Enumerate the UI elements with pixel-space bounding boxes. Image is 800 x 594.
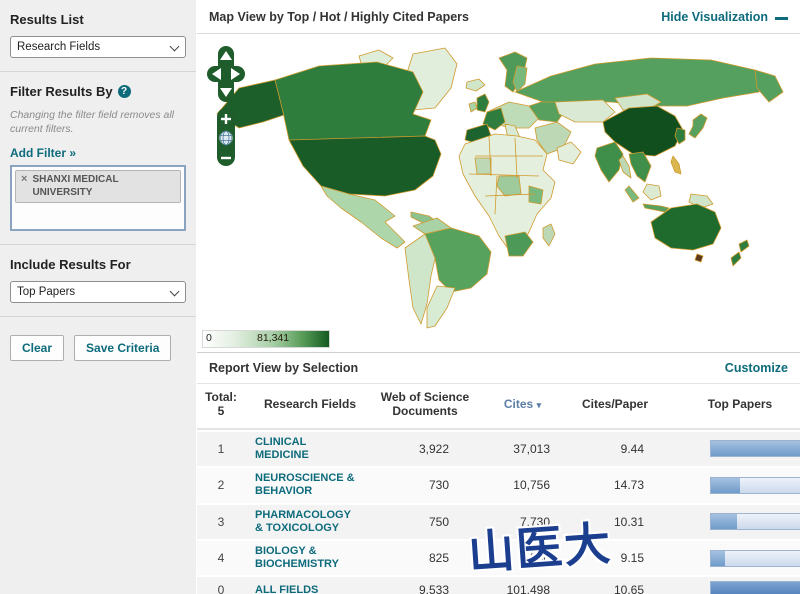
include-results-dropdown-value: Top Papers (17, 286, 76, 299)
rank-cell: 0 (217, 582, 225, 594)
cpp-cell: 14.73 (613, 478, 644, 493)
top-papers-bar-fill (711, 441, 800, 457)
active-filters-box: × SHANXI MEDICAL UNIVERSITY (10, 165, 186, 232)
column-header-cites[interactable]: Cites ▾ (475, 397, 570, 411)
minus-icon (775, 16, 788, 20)
rank-cell: 3 (217, 514, 225, 529)
top-papers-bar[interactable]: 25 (710, 440, 800, 458)
cites-cell: 37,013 (513, 441, 550, 456)
top-papers-cell: 3 (660, 549, 800, 567)
docs-cell: 825 (428, 551, 449, 566)
help-icon[interactable]: ? (117, 85, 131, 98)
sidebar-buttons: Clear Save Criteria (0, 317, 196, 379)
hide-visualization-link[interactable]: Hide Visualization (661, 10, 788, 24)
field-cell: CLINICAL MEDICINE (245, 436, 375, 462)
filter-sidebar: Results List Research Fields Filter Resu… (0, 0, 196, 594)
cites-cell: 7,730 (519, 514, 550, 529)
world-map[interactable] (199, 36, 789, 332)
top-papers-bar-fill (711, 477, 741, 493)
field-cell: NEUROSCIENCE & BEHAVIOR (245, 472, 375, 498)
cites-cell: 101,498 (506, 582, 550, 594)
top-papers-cell: 6 (660, 513, 800, 531)
results-list-dropdown-value: Research Fields (17, 41, 101, 53)
chevron-down-icon (169, 41, 180, 52)
filter-section: Filter Results By ? Changing the filter … (0, 72, 196, 246)
results-list-title: Results List (10, 12, 84, 27)
customize-link[interactable]: Customize (725, 361, 788, 375)
globe-icon (218, 130, 234, 146)
table-row: 1 CLINICAL MEDICINE 3,922 37,013 9.44 25 (197, 429, 800, 467)
top-papers-bar-fill (711, 582, 800, 594)
research-field-link[interactable]: BIOLOGY & BIOCHEMISTRY (255, 545, 359, 571)
column-header-wos-documents[interactable]: Web of Science Documents (375, 390, 475, 419)
top-papers-bar-fill (711, 550, 726, 566)
chevron-down-icon (169, 286, 180, 297)
add-filter-link[interactable]: Add Filter » (10, 146, 76, 160)
rank-cell: 2 (217, 478, 225, 493)
docs-cell: 730 (428, 478, 449, 493)
docs-cell: 750 (428, 514, 449, 529)
table-body: 1 CLINICAL MEDICINE 3,922 37,013 9.44 25… (197, 429, 800, 594)
rank-cell: 1 (217, 441, 225, 456)
include-results-dropdown[interactable]: Top Papers (10, 281, 186, 304)
top-papers-cell: 25 (660, 440, 800, 458)
top-papers-bar[interactable]: 7 (710, 476, 800, 494)
results-list-section: Results List Research Fields (0, 0, 196, 72)
top-papers-bar-fill (711, 514, 737, 530)
docs-cell: 9,533 (418, 582, 449, 594)
table-row: 0 ALL FIELDS 9,533 101,498 10.65 72 (197, 575, 800, 594)
table-row: 2 NEUROSCIENCE & BEHAVIOR 730 10,756 14.… (197, 466, 800, 503)
table-header-row: Total: 5 Research Fields Web of Science … (197, 384, 800, 430)
cites-cell: 7,550 (519, 551, 550, 566)
cpp-cell: 9.15 (620, 551, 644, 566)
top-papers-cell: 72 (660, 581, 800, 594)
research-field-link[interactable]: NEUROSCIENCE & BEHAVIOR (255, 472, 359, 498)
include-results-section: Include Results For Top Papers (0, 245, 196, 318)
top-papers-bar[interactable]: 6 (710, 513, 800, 531)
field-cell: BIOLOGY & BIOCHEMISTRY (245, 545, 375, 571)
cpp-cell: 10.31 (613, 514, 644, 529)
map-view-header: Map View by Top / Hot / Highly Cited Pap… (197, 0, 800, 34)
include-results-title: Include Results For (10, 257, 131, 273)
map-legend: 0 81,341 (202, 330, 330, 348)
results-list-dropdown[interactable]: Research Fields (10, 36, 186, 58)
field-cell: ALL FIELDS (245, 582, 375, 594)
research-field-link[interactable]: PHARMACOLOGY & TOXICOLOGY (255, 509, 359, 535)
top-papers-bar[interactable]: 72 (710, 581, 800, 594)
research-field-link[interactable]: CLINICAL MEDICINE (255, 436, 359, 462)
legend-max-value: 81,341 (257, 332, 290, 344)
table-row: 4 BIOLOGY & BIOCHEMISTRY 825 7,550 9.15 … (197, 538, 800, 576)
cpp-cell: 9.44 (620, 441, 644, 456)
clear-button[interactable]: Clear (10, 335, 65, 362)
report-view-header: Report View by Selection Customize (197, 352, 800, 384)
remove-filter-icon[interactable]: × (21, 173, 27, 185)
rank-cell: 4 (217, 551, 225, 566)
filter-title: Filter Results By ? (10, 84, 186, 99)
column-header-research-fields[interactable]: Research Fields (245, 397, 375, 411)
main-content: Map View by Top / Hot / Highly Cited Pap… (197, 0, 800, 594)
research-field-link[interactable]: ALL FIELDS (255, 584, 318, 594)
field-cell: PHARMACOLOGY & TOXICOLOGY (245, 509, 375, 535)
column-header-cites-per-paper[interactable]: Cites/Paper (570, 397, 660, 411)
save-criteria-button[interactable]: Save Criteria (74, 335, 172, 362)
report-table: Total: 5 Research Fields Web of Science … (197, 384, 800, 594)
docs-cell: 3,922 (418, 441, 449, 456)
table-row: 3 PHARMACOLOGY & TOXICOLOGY 750 7,730 10… (197, 502, 800, 539)
cites-cell: 10,756 (513, 478, 550, 493)
cpp-cell: 10.65 (613, 582, 644, 594)
filter-note: Changing the filter field removes all cu… (10, 109, 175, 136)
column-header-top-papers[interactable]: Top Papers (660, 397, 800, 411)
legend-min-value: 0 (206, 332, 212, 344)
map-visualization: 0 81,341 (197, 34, 800, 352)
filter-chip[interactable]: × SHANXI MEDICAL UNIVERSITY (15, 170, 181, 204)
map-view-title: Map View by Top / Hot / Highly Cited Pap… (209, 9, 469, 24)
top-papers-bar[interactable]: 3 (710, 549, 800, 567)
sort-desc-icon: ▾ (536, 400, 542, 411)
report-view-title: Report View by Selection (209, 361, 359, 375)
top-papers-cell: 7 (660, 476, 800, 494)
filter-chip-label: SHANXI MEDICAL UNIVERSITY (32, 174, 119, 199)
total-header: Total: 5 (205, 390, 237, 419)
map-controls (207, 46, 245, 166)
